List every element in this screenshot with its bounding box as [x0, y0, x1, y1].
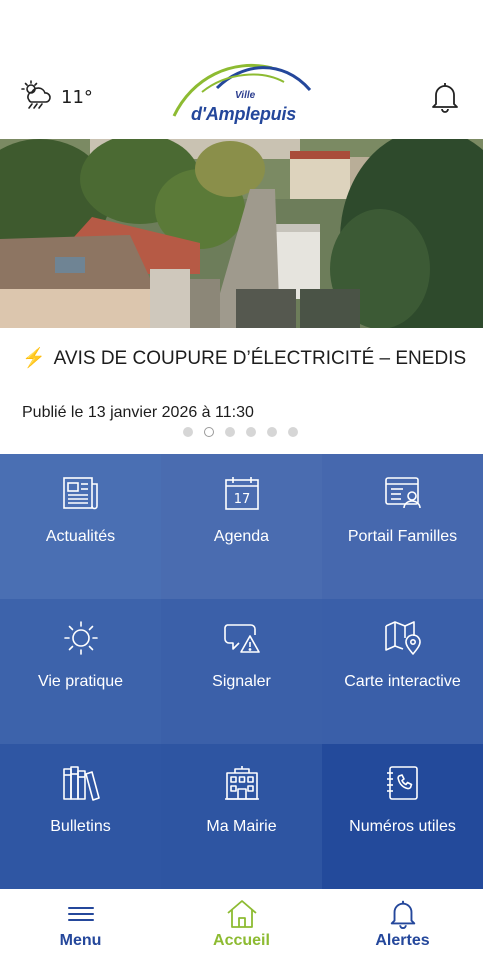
tile-actualites[interactable]: Actualités: [0, 454, 161, 599]
tile-bulletins[interactable]: Bulletins: [0, 744, 161, 889]
map-pin-icon: [384, 619, 422, 657]
carousel-dot[interactable]: [246, 427, 256, 437]
bell-icon: [387, 899, 419, 929]
carousel-dot[interactable]: [267, 427, 277, 437]
temperature-value: 11°: [61, 86, 93, 108]
svg-text:17: 17: [233, 492, 250, 507]
tile-signaler[interactable]: Signaler: [161, 599, 322, 744]
report-warning-icon: [223, 619, 261, 657]
home-icon: [226, 899, 258, 929]
tile-ma-mairie[interactable]: Ma Mairie: [161, 744, 322, 889]
nav-label: Menu: [59, 932, 102, 949]
bell-icon[interactable]: [428, 80, 462, 118]
books-icon: [62, 764, 100, 802]
tile-vie-pratique[interactable]: Vie pratique: [0, 599, 161, 744]
shortcut-grid: Actualités 17 Agenda Portail Familles Vi…: [0, 454, 483, 889]
tile-numeros-utiles[interactable]: Numéros utiles: [322, 744, 483, 889]
tile-carte-interactive[interactable]: Carte interactive: [322, 599, 483, 744]
bottom-navigation: Menu Accueil Alertes: [0, 889, 483, 967]
nav-menu[interactable]: Menu: [0, 889, 161, 967]
nav-label: Accueil: [213, 932, 270, 949]
nav-alertes[interactable]: Alertes: [322, 889, 483, 967]
tile-label: Vie pratique: [37, 673, 124, 690]
hamburger-icon: [67, 899, 95, 929]
carousel-dot[interactable]: [288, 427, 298, 437]
tile-portail-familles[interactable]: Portail Familles: [322, 454, 483, 599]
tile-label: Ma Mairie: [206, 818, 277, 835]
carousel-dot[interactable]: [183, 427, 193, 437]
tile-label: Numéros utiles: [349, 818, 456, 835]
calendar-icon: 17: [224, 474, 260, 512]
family-portal-icon: [384, 474, 422, 512]
cloud-rain-sun-icon: [21, 80, 55, 114]
city-logo: Ville d'Amplepuis: [172, 58, 314, 128]
nav-accueil[interactable]: Accueil: [161, 889, 322, 967]
tile-label: Actualités: [45, 528, 116, 545]
tile-label: Bulletins: [50, 818, 111, 835]
sun-icon: [63, 619, 99, 657]
tile-label: Agenda: [213, 528, 270, 545]
news-title-text: AVIS DE COUPURE D’ÉLECTRICITÉ – ENEDIS: [53, 348, 467, 369]
town-hall-icon: [223, 764, 261, 802]
newspaper-icon: [62, 474, 100, 512]
news-title: ⚡ AVIS DE COUPURE D’ÉLECTRICITÉ – ENEDIS: [22, 344, 467, 374]
lightning-icon: ⚡: [22, 348, 46, 369]
tile-agenda[interactable]: 17 Agenda: [161, 454, 322, 599]
tile-label: Signaler: [212, 673, 271, 690]
app-header: 11° Ville d'Amplepuis: [0, 0, 483, 139]
news-card[interactable]: ⚡ AVIS DE COUPURE D’ÉLECTRICITÉ – ENEDIS …: [0, 328, 483, 454]
carousel-dot[interactable]: [225, 427, 235, 437]
weather-widget[interactable]: 11°: [21, 80, 93, 114]
nav-label: Alertes: [375, 932, 430, 949]
phone-book-icon: [385, 764, 421, 802]
carousel-dot-active[interactable]: [204, 427, 214, 437]
tile-label: Carte interactive: [344, 673, 461, 690]
news-hero-image[interactable]: [0, 139, 483, 328]
carousel-indicator: [183, 427, 298, 437]
tile-label: Portail Familles: [347, 528, 458, 545]
news-published-date: Publié le 13 janvier 2026 à 11:30: [22, 404, 254, 421]
logo-name-text: d'Amplepuis: [191, 104, 297, 124]
logo-small-text: Ville: [235, 90, 256, 101]
